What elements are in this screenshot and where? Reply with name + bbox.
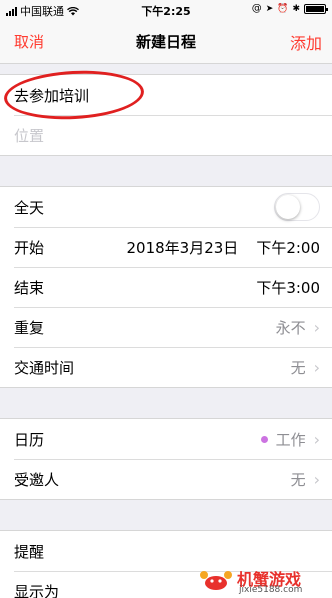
end-row[interactable]: 结束 下午3:00 [0,267,332,307]
chevron-right-icon: › [313,429,320,449]
navigation-bar: 取消 新建日程 添加 [0,20,332,64]
location-arrow-icon: ➤ [265,3,274,14]
watermark-url: jixie5188.com [239,585,303,595]
travel-time-value: 无 [290,358,306,377]
all-day-toggle[interactable] [274,193,320,221]
crab-logo-icon [200,571,232,590]
calendar-label: 日历 [14,430,45,449]
travel-time-row[interactable]: 交通时间 无 › [0,347,332,387]
invitees-value: 无 [290,470,306,489]
page-title: 新建日程 [135,33,196,51]
calendar-group: 日历 工作 › 受邀人 无 › [0,418,332,500]
alarm-icon: ⏰ [277,3,289,14]
rotation-lock-icon: @ [251,3,262,14]
location-field[interactable]: 位置 [0,115,332,155]
start-date: 2018年3月23日 [126,238,239,257]
bluetooth-icon: ✱ [292,3,300,14]
chevron-right-icon: › [313,317,320,337]
status-icons: @ ➤ ⏰ ✱ [251,3,328,14]
calendar-value: 工作 [275,430,306,449]
invitees-row[interactable]: 受邀人 无 › [0,459,332,499]
travel-time-label: 交通时间 [14,358,75,377]
status-bar: 中国联通 下午2:25 @ ➤ ⏰ ✱ [0,0,332,20]
add-button[interactable]: 添加 [290,30,322,54]
start-row[interactable]: 开始 2018年3月23日 下午2:00 [0,227,332,267]
end-time: 下午3:00 [256,278,320,297]
repeat-value: 永不 [275,318,306,337]
all-day-label: 全天 [14,198,45,217]
time-group: 全天 开始 2018年3月23日 下午2:00 结束 下午3:00 重复 永不 … [0,186,332,388]
chevron-right-icon: › [313,357,320,377]
calendar-color-dot [260,435,268,443]
alert-row[interactable]: 提醒 [0,531,332,571]
repeat-label: 重复 [14,318,45,337]
chevron-right-icon: › [313,469,320,489]
battery-icon [304,3,328,14]
invitees-label: 受邀人 [14,470,60,489]
end-label: 结束 [14,278,45,297]
repeat-row[interactable]: 重复 永不 › [0,307,332,347]
location-placeholder: 位置 [14,126,45,145]
start-label: 开始 [14,238,45,257]
alert-label: 提醒 [14,542,45,561]
watermark: 机蟹游戏 jixie5188.com [193,566,328,596]
all-day-row: 全天 [0,187,332,227]
start-time: 下午2:00 [256,238,320,257]
calendar-row[interactable]: 日历 工作 › [0,419,332,459]
